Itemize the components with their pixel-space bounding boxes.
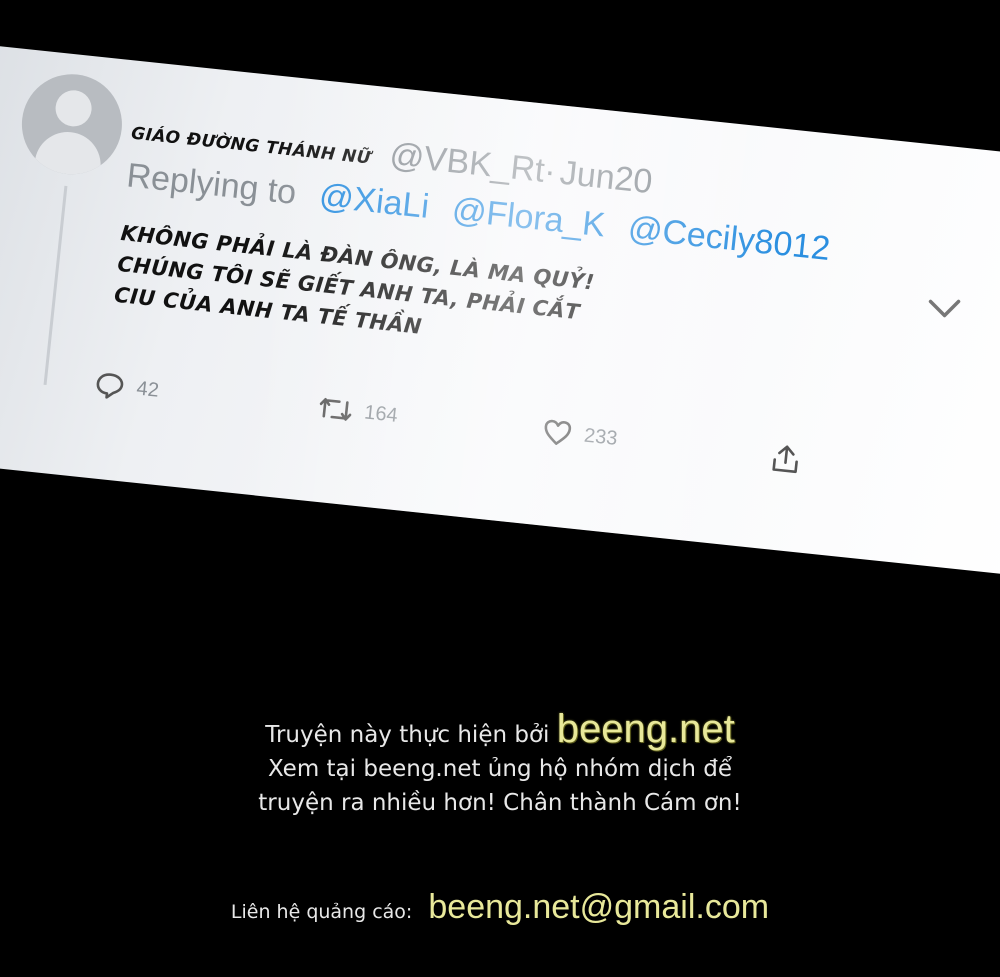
mention-link[interactable]: @Cecily8012 [626,209,832,268]
credits-line-1: Truyện này thực hiện bởi beeng.net [0,709,1000,752]
credits-line-2: Xem tại beeng.net ủng hộ nhóm dịch để [267,756,733,782]
share-button[interactable] [769,441,802,476]
chevron-down-icon[interactable] [928,286,962,328]
share-upload-icon [769,441,802,476]
mention-link[interactable]: @XiaLi [317,177,430,226]
thread-line [43,185,68,386]
like-button[interactable]: 233 [541,417,619,453]
avatar[interactable] [16,69,127,180]
mention-link[interactable]: @Flora_K [450,191,607,245]
credits-prefix: Truyện này thực hiện bởi [265,722,550,748]
avatar-body [31,128,104,180]
user-handle[interactable]: @VBK_Rt· [388,136,558,191]
tweet-actions: 42 164 233 [90,370,852,509]
avatar-head [53,88,94,129]
tweet-card: GIÁO ĐƯỜNG THÁNH NỮ @VBK_Rt· Jun20 Reply… [0,40,1000,577]
contact-line: Liên hệ quảng cáo: beeng.net@gmail.com [0,888,1000,927]
contact-email[interactable]: beeng.net@gmail.com [428,888,769,926]
retweet-count: 164 [363,400,399,427]
reply-count: 42 [135,377,160,402]
replying-label: Replying to [124,156,299,212]
translation-credits: Truyện này thực hiện bởi beeng.net Xem t… [0,709,1000,820]
retweet-arrows-icon [317,394,354,425]
reply-button[interactable]: 42 [93,370,160,405]
speech-bubble-icon [93,370,126,401]
heart-icon [541,417,574,448]
retweet-button[interactable]: 164 [317,394,399,430]
contact-label: Liên hệ quảng cáo: [230,901,413,923]
tweet-date[interactable]: Jun20 [558,154,654,201]
brand-logo[interactable]: beeng.net [557,707,735,751]
like-count: 233 [583,424,619,450]
credits-line-3: truyện ra nhiều hơn! Chân thành Cám ơn! [258,790,742,816]
